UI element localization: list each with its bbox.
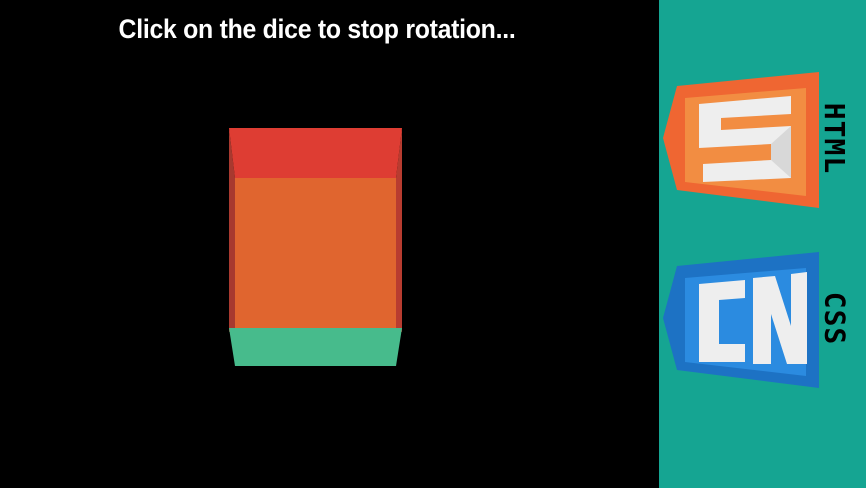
dice-top-face bbox=[229, 128, 402, 178]
css3-shield-icon bbox=[663, 252, 819, 388]
sidebar: HTML CSS bbox=[659, 0, 866, 488]
html5-shield-icon bbox=[663, 72, 819, 208]
html-label: HTML bbox=[815, 68, 855, 208]
css-badge: CSS bbox=[659, 248, 866, 398]
html-label-text: HTML bbox=[818, 102, 852, 174]
dice-front-face bbox=[235, 178, 396, 328]
stage: Click on the dice to stop rotation... bbox=[0, 0, 659, 488]
css-label: CSS bbox=[815, 248, 855, 388]
instruction-text: Click on the dice to stop rotation... bbox=[118, 14, 516, 44]
dice-bottom-face bbox=[229, 328, 402, 366]
html-badge: HTML bbox=[659, 68, 866, 218]
dice-cube[interactable] bbox=[229, 128, 402, 366]
css-label-text: CSS bbox=[818, 291, 852, 345]
rotating-dice[interactable] bbox=[229, 128, 402, 366]
